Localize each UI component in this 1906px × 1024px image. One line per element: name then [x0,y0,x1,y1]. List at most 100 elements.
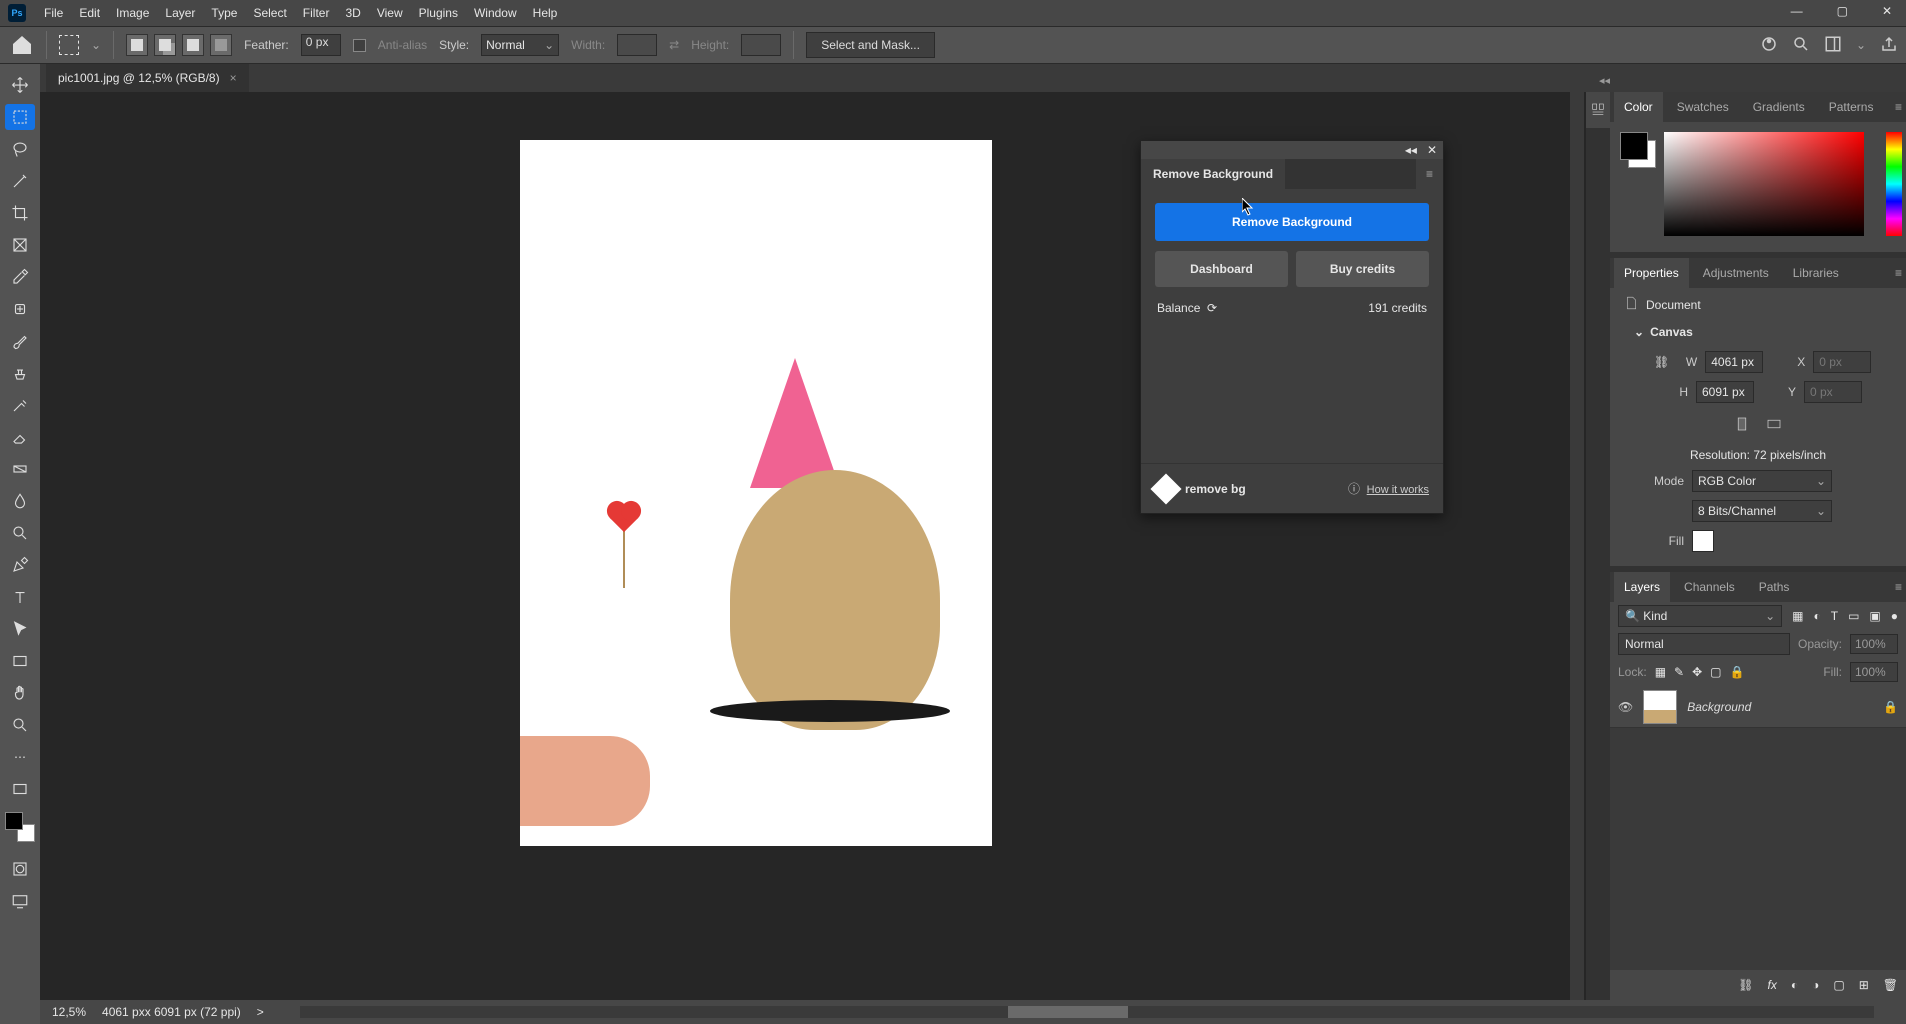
orientation-landscape-icon[interactable] [1765,415,1783,436]
mode-select[interactable]: RGB Color⌄ [1692,470,1832,492]
lock-all-icon[interactable]: 🔒 [1730,665,1745,679]
tab-swatches[interactable]: Swatches [1667,92,1739,122]
magic-wand-tool-icon[interactable] [5,168,35,194]
minimize-icon[interactable]: — [1783,4,1811,18]
horizontal-scrollbar[interactable] [300,1006,1874,1018]
orientation-portrait-icon[interactable] [1733,415,1751,436]
selection-new-icon[interactable] [126,34,148,56]
panel-menu-icon[interactable]: ≡ [1895,100,1902,114]
width-input[interactable]: 4061 px [1705,351,1763,373]
fill-swatch[interactable] [1692,530,1714,552]
move-tool-icon[interactable] [5,72,35,98]
search-icon[interactable] [1792,35,1810,56]
filter-type-icon[interactable]: T [1831,609,1838,623]
home-icon[interactable] [10,33,34,57]
pen-tool-icon[interactable] [5,552,35,578]
layer-item[interactable]: 👁 Background 🔒 [1610,686,1906,728]
lock-icon[interactable]: 🔒 [1883,700,1898,714]
tab-channels[interactable]: Channels [1674,572,1745,602]
foreground-color-swatch[interactable] [1620,132,1648,160]
marquee-tool-icon[interactable] [5,104,35,130]
remove-background-button[interactable]: Remove Background [1155,203,1429,241]
filter-shape-icon[interactable]: ▭ [1848,609,1859,623]
history-brush-tool-icon[interactable] [5,392,35,418]
collapse-panels-icon[interactable]: ◂◂ [1599,74,1610,87]
menu-plugins[interactable]: Plugins [411,6,466,20]
foreground-background-colors[interactable] [5,812,35,842]
blend-mode-select[interactable]: Normal [1618,633,1790,655]
lock-position-icon[interactable]: ✥ [1692,665,1702,679]
layer-mask-icon[interactable]: ◐ [1791,978,1798,992]
selection-intersect-icon[interactable] [210,34,232,56]
filter-toggle-icon[interactable]: ● [1891,609,1898,623]
menu-type[interactable]: Type [203,6,245,20]
document-canvas[interactable] [520,140,992,846]
close-window-icon[interactable]: ✕ [1874,4,1900,18]
marquee-tool-icon[interactable] [59,35,79,55]
menu-help[interactable]: Help [525,6,566,20]
panel-menu-icon[interactable]: ≡ [1416,159,1443,189]
chevron-down-icon[interactable]: ⌄ [1856,38,1866,52]
tab-paths[interactable]: Paths [1749,572,1800,602]
filter-smart-icon[interactable]: ▣ [1869,609,1880,623]
buy-credits-button[interactable]: Buy credits [1296,251,1429,287]
menu-filter[interactable]: Filter [295,6,338,20]
chevron-right-icon[interactable]: > [257,1005,264,1019]
layer-fx-icon[interactable]: fx [1768,978,1777,992]
filter-adjustment-icon[interactable]: ◐ [1813,609,1820,623]
new-group-icon[interactable]: ▢ [1833,978,1844,992]
edit-toolbar-icon[interactable] [5,776,35,802]
canvas-section[interactable]: ⌄Canvas [1624,321,1892,343]
menu-edit[interactable]: Edit [71,6,108,20]
tab-layers[interactable]: Layers [1614,572,1670,602]
rectangle-tool-icon[interactable] [5,648,35,674]
tab-libraries[interactable]: Libraries [1783,258,1849,288]
layer-name[interactable]: Background [1687,700,1751,714]
tab-color[interactable]: Color [1614,92,1663,122]
layer-thumbnail[interactable] [1643,690,1677,724]
tab-adjustments[interactable]: Adjustments [1693,258,1779,288]
lasso-tool-icon[interactable] [5,136,35,162]
clone-stamp-tool-icon[interactable] [5,360,35,386]
style-select[interactable]: Normal⌄ [481,34,559,56]
menu-3d[interactable]: 3D [337,6,368,20]
panel-menu-icon[interactable]: ≡ [1895,580,1902,594]
tab-gradients[interactable]: Gradients [1743,92,1815,122]
info-icon[interactable]: ⓘ [1348,482,1360,496]
height-input[interactable]: 6091 px [1696,381,1754,403]
type-tool-icon[interactable] [5,584,35,610]
cloud-docs-icon[interactable] [1760,35,1778,56]
visibility-toggle-icon[interactable]: 👁 [1618,700,1633,714]
filter-pixel-icon[interactable]: ▦ [1792,609,1803,623]
feather-input[interactable]: 0 px [301,34,341,56]
document-tab[interactable]: pic1001.jpg @ 12,5% (RGB/8) × [46,64,249,92]
eyedropper-tool-icon[interactable] [5,264,35,290]
gradient-tool-icon[interactable] [5,456,35,482]
zoom-tool-icon[interactable] [5,712,35,738]
close-panel-icon[interactable]: ✕ [1427,143,1437,157]
fill-input[interactable]: 100% [1850,662,1898,682]
link-layers-icon[interactable]: ⛓ [1738,978,1753,992]
blur-tool-icon[interactable] [5,488,35,514]
panel-rail-icon[interactable] [1586,92,1610,128]
new-layer-icon[interactable]: ⊞ [1859,978,1869,992]
selection-subtract-icon[interactable] [182,34,204,56]
workspace-icon[interactable] [1824,35,1842,56]
opacity-input[interactable]: 100% [1850,634,1898,654]
tab-properties[interactable]: Properties [1614,258,1689,288]
eraser-tool-icon[interactable] [5,424,35,450]
hand-tool-icon[interactable] [5,680,35,706]
close-tab-icon[interactable]: × [230,71,237,85]
path-selection-tool-icon[interactable] [5,616,35,642]
panel-menu-icon[interactable]: ≡ [1895,266,1902,280]
menu-view[interactable]: View [369,6,411,20]
lock-artboard-icon[interactable]: ▢ [1710,665,1721,679]
menu-layer[interactable]: Layer [157,6,203,20]
collapse-panel-icon[interactable]: ◂◂ [1405,143,1417,157]
link-icon[interactable]: ⛓ [1654,355,1669,369]
delete-layer-icon[interactable]: 🗑 [1883,978,1898,992]
menu-file[interactable]: File [36,6,71,20]
crop-tool-icon[interactable] [5,200,35,226]
bits-select[interactable]: 8 Bits/Channel⌄ [1692,500,1832,522]
dodge-tool-icon[interactable] [5,520,35,546]
